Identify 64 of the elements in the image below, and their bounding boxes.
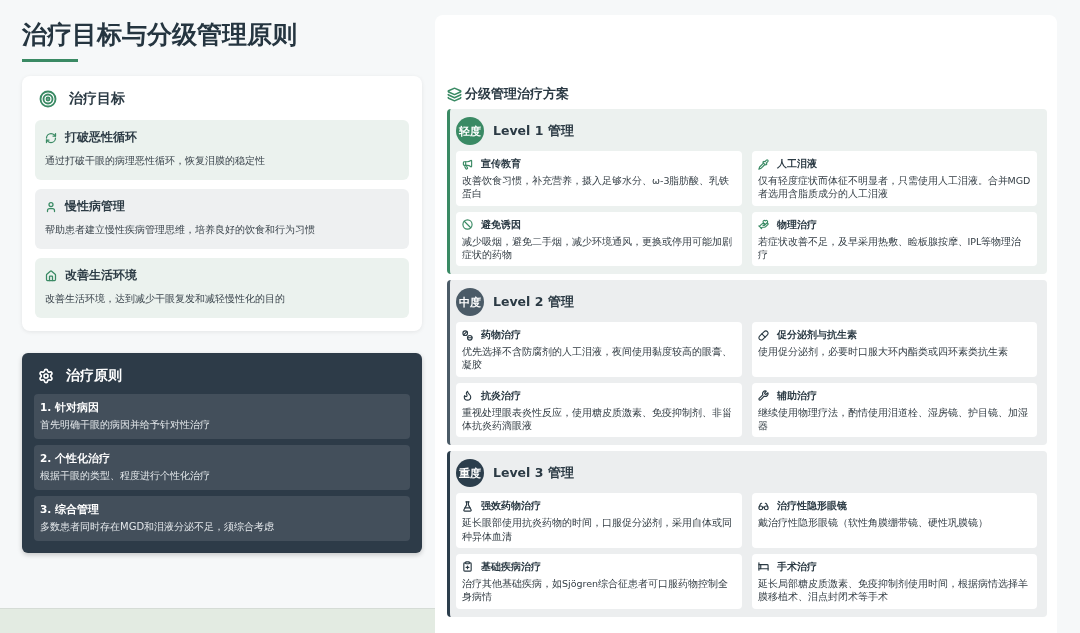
ban-icon [462,219,473,231]
goal-text: 通过打破干眼的病理恶性循环，恢复泪膜的稳定性 [45,154,266,168]
flask-icon [462,500,473,512]
wrench-icon [757,390,769,402]
goal-text: 改善生活环境，达到减少干眼复发和减轻慢性化的目的 [45,292,286,306]
principle-title: 2. 个性化治疗 [40,452,111,466]
level-badge: 轻度 [456,117,484,145]
treatment-title: 避免诱因 [481,217,521,232]
hand-icon [757,219,769,231]
gear-icon [38,368,54,384]
treatment-text: 使用促分泌剂，必要时口服大环内酯类或四环素类抗生素 [757,345,1009,359]
pill-icon [757,329,769,341]
target-icon [39,90,57,108]
card-heading: 治疗原则 [66,367,122,385]
goal-title: 打破恶性循环 [65,130,137,145]
glasses-icon [757,500,769,512]
treatment-title: 物理治疗 [776,217,817,232]
layers-icon [447,86,462,102]
bed-icon [757,561,769,573]
goal-text: 帮助患者建立慢性疾病管理思维，培养良好的饮食和行为习惯 [45,223,316,237]
treatment-title: 促分泌剂与抗生素 [776,328,857,343]
megaphone-icon [462,158,473,170]
treatment-text: 延长局部糖皮质激素、免疫抑制剂使用时间，根据病情选择羊膜移植术、泪点封闭术等手术 [757,576,1029,604]
treatment-text: 若症状改善不足，及早采用热敷、睑板腺按摩、IPL等物理治疗 [757,234,1023,262]
goal-title: 慢性病管理 [65,199,125,214]
level-title: Level 1 管理 [493,122,574,140]
card-heading: 治疗目标 [69,90,125,108]
level-title: Level 3 管理 [493,464,574,482]
user-icon [45,200,57,213]
flame-icon [462,390,473,402]
treatment-title: 辅助治疗 [776,388,817,403]
treatment-text: 仅有轻度症状而体征不明显者，只需使用人工泪液。合并MGD者选用含脂质成分的人工泪液 [757,174,1031,201]
tablets-icon [462,329,473,341]
clipboard-icon [462,561,473,573]
treatment-text: 减少吸烟，避免二手烟，减少环境通风，更换或停用可能加剧症状的药物 [462,234,733,262]
treatment-text: 改善饮食习惯，补充营养，摄入足够水分、ω-3脂肪酸、乳铁蛋白 [462,174,731,201]
plan-heading: 分级管理治疗方案 [465,85,569,103]
treatment-title: 抗炎治疗 [481,388,521,403]
treatment-title: 宣传教育 [481,157,521,171]
treatment-text: 重视处理眼表炎性反应，使用糖皮质激素、免疫抑制剂、非甾体抗炎药滴眼液 [462,405,733,433]
level-badge: 重度 [456,459,484,488]
principle-text: 根据干眼的类型、程度进行个性化治疗 [40,469,211,483]
treatment-title: 基础疾病治疗 [481,559,541,574]
level-title: Level 2 管理 [493,293,574,311]
treatment-title: 人工泪液 [776,157,817,171]
refresh-icon [45,131,57,144]
principle-title: 3. 综合管理 [40,503,100,517]
level-badge: 中度 [456,288,484,317]
pipette-icon [757,158,769,170]
principle-text: 首先明确干眼的病因并给予针对性治疗 [40,418,211,432]
treatment-text: 继续使用物理疗法，酌情使用泪道栓、湿房镜、护目镜、加湿器 [757,405,1029,433]
treatment-text: 治疗其他基础疾病，如Sjögren综合征患者可口服药物控制全身病情 [462,576,730,604]
treatment-text: 戴治疗性隐形眼镜（软性角膜绷带镜、硬性巩膜镜） [757,516,989,530]
principle-title: 1. 针对病因 [40,401,100,415]
page-title: 治疗目标与分级管理原则 [22,19,298,51]
treatment-text: 优先选择不含防腐剂的人工泪液，夜间使用黏度较高的眼膏、凝胶 [462,345,733,372]
treatment-title: 药物治疗 [481,328,521,343]
treatment-title: 治疗性隐形眼镜 [776,499,847,514]
goal-title: 改善生活环境 [65,268,137,283]
treatment-text: 延长眼部使用抗炎药物的时间，口服促分泌剂，采用自体或同种异体血清 [462,516,733,543]
treatment-title: 手术治疗 [776,559,817,574]
home-icon [45,269,57,282]
principle-text: 多数患者同时存在MGD和泪液分泌不足，须综合考虑 [40,520,276,534]
treatment-title: 强效药物治疗 [481,499,541,514]
